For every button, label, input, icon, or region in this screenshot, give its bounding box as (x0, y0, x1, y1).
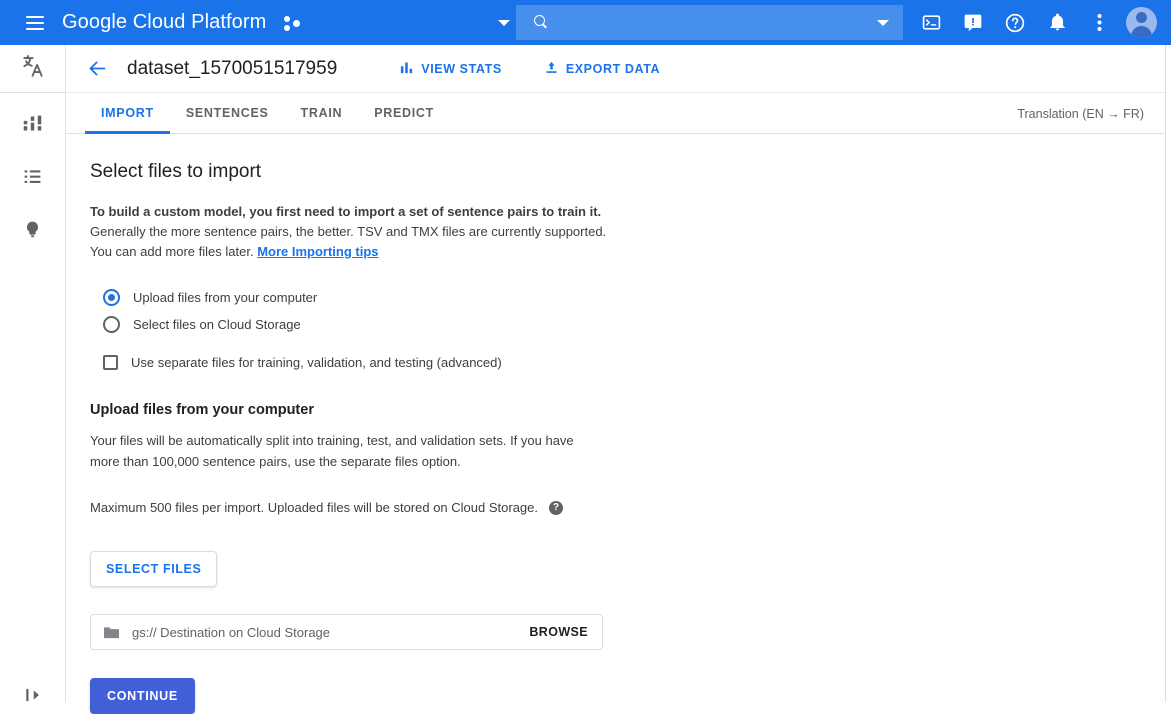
help-circle-icon[interactable]: ? (549, 501, 563, 515)
checkbox-separate-files[interactable]: Use separate files for training, validat… (103, 349, 1165, 376)
cloud-shell-icon[interactable] (912, 4, 950, 42)
page-title: dataset_1570051517959 (127, 58, 337, 80)
dashboard-icon[interactable] (17, 107, 49, 139)
tab-import[interactable]: IMPORT (85, 93, 170, 133)
tab-bar: IMPORT SENTENCES TRAIN PREDICT Translati… (66, 93, 1165, 134)
radio-upload-label: Upload files from your computer (133, 290, 317, 305)
dot (284, 25, 290, 31)
browse-button[interactable]: BROWSE (529, 625, 588, 639)
view-stats-button[interactable]: VIEW STATS (399, 60, 502, 78)
rail-product-header (0, 45, 65, 93)
lead-line-3: You can add more files later. More Impor… (90, 242, 1165, 262)
radio-cloud-storage-label: Select files on Cloud Storage (133, 317, 301, 332)
import-panel: Select files to import To build a custom… (66, 134, 1165, 714)
lead-bold-text: To build a custom model, you first need … (90, 202, 1165, 222)
hamburger-bar (26, 16, 44, 18)
search-icon (534, 15, 549, 30)
translation-pair-label: Translation (EN → FR) (1017, 93, 1144, 134)
radio-select-on-cloud-storage[interactable]: Select files on Cloud Storage (103, 311, 1165, 338)
section-heading: Select files to import (90, 161, 1165, 183)
dataset-title-bar: dataset_1570051517959 VIEW STATS EXPORT … (66, 45, 1165, 93)
radio-upload-from-computer[interactable]: Upload files from your computer (103, 284, 1165, 311)
notifications-bell-icon[interactable] (1038, 4, 1076, 42)
more-importing-tips-link[interactable]: More Importing tips (257, 244, 378, 259)
top-app-bar: Google Cloud Platform (0, 0, 1171, 45)
dot (284, 16, 290, 22)
gcs-destination-placeholder[interactable]: gs:// Destination on Cloud Storage (132, 625, 529, 640)
export-data-button[interactable]: EXPORT DATA (544, 60, 660, 78)
app-bar-icon-group (912, 0, 1161, 45)
radio-selected-icon (103, 289, 120, 306)
export-data-label: EXPORT DATA (566, 62, 660, 76)
search-chevron-down-icon[interactable] (877, 20, 889, 26)
more-vertical-icon[interactable] (1080, 4, 1118, 42)
left-rail (0, 45, 66, 702)
hamburger-bar (26, 22, 44, 24)
lightbulb-icon[interactable] (17, 213, 49, 245)
max-files-note: Maximum 500 files per import. Uploaded f… (90, 500, 1165, 515)
content-area: dataset_1570051517959 VIEW STATS EXPORT … (66, 45, 1166, 702)
brand-title: Google Cloud Platform (62, 11, 266, 34)
project-selector-chevron-down-icon[interactable] (498, 20, 510, 26)
upload-section-para-line-1: Your files will be automatically split i… (90, 430, 620, 451)
dot (293, 20, 300, 27)
upload-icon (544, 60, 559, 78)
import-source-options: Upload files from your computer Select f… (90, 284, 1165, 376)
checkbox-separate-files-label: Use separate files for training, validat… (131, 355, 502, 370)
tab-sentences[interactable]: SENTENCES (170, 93, 285, 133)
tab-predict[interactable]: PREDICT (358, 93, 450, 133)
bar-chart-icon (399, 60, 414, 78)
rail-items (0, 93, 65, 245)
hamburger-menu-icon[interactable] (12, 0, 58, 45)
radio-unselected-icon (103, 316, 120, 333)
hamburger-bar (26, 28, 44, 30)
project-dots-icon[interactable] (283, 13, 303, 33)
lead-line-3-prefix: You can add more files later. (90, 244, 257, 259)
lead-line-2: Generally the more sentence pairs, the b… (90, 222, 1165, 242)
gcs-destination-field[interactable]: gs:// Destination on Cloud Storage BROWS… (90, 614, 603, 650)
account-avatar[interactable] (1126, 7, 1157, 38)
global-search-box[interactable] (516, 5, 903, 40)
view-stats-label: VIEW STATS (421, 62, 502, 76)
back-arrow-icon[interactable] (85, 57, 109, 81)
help-icon[interactable] (996, 4, 1034, 42)
folder-icon (103, 626, 120, 639)
search-input[interactable] (559, 15, 877, 31)
datasets-list-icon[interactable] (17, 160, 49, 192)
continue-button[interactable]: CONTINUE (90, 678, 195, 714)
feedback-icon[interactable] (954, 4, 992, 42)
translate-icon[interactable] (19, 52, 47, 85)
upload-section-para-line-2: more than 100,000 sentence pairs, use th… (90, 451, 620, 472)
upload-section-heading: Upload files from your computer (90, 402, 1165, 418)
tab-train[interactable]: TRAIN (285, 93, 359, 133)
rail-collapse-icon[interactable] (0, 686, 65, 708)
checkbox-unchecked-icon (103, 355, 118, 370)
max-files-note-text: Maximum 500 files per import. Uploaded f… (90, 500, 538, 515)
select-files-button[interactable]: SELECT FILES (90, 551, 217, 587)
